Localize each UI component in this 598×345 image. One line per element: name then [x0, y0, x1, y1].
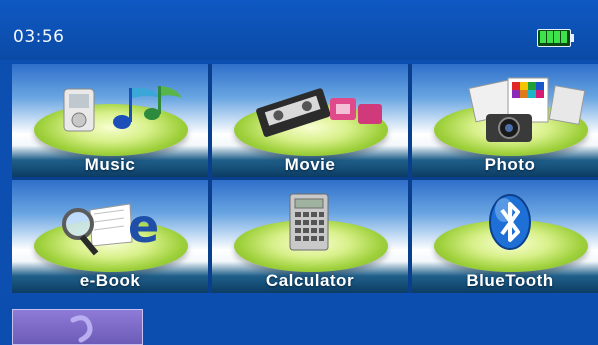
- menu-item-label: Photo: [484, 155, 536, 174]
- menu-item-label: Music: [84, 155, 136, 174]
- menu-item-label: Movie: [284, 155, 336, 174]
- home-thumbnail-button[interactable]: [12, 309, 143, 345]
- device-screen: 03:56 Music Movie Photo e e-Book Calcula…: [0, 0, 598, 345]
- menu-item-label: BlueTooth: [466, 271, 554, 290]
- menu-item-bluetooth[interactable]: BlueTooth: [412, 180, 598, 293]
- swirl-icon: [70, 315, 93, 343]
- svg-text:e: e: [128, 199, 159, 253]
- menu-item-label: Calculator: [265, 271, 355, 290]
- menu-item-movie[interactable]: Movie: [212, 64, 408, 177]
- main-menu-grid: Music Movie Photo e e-Book Calculator Bl…: [12, 64, 598, 293]
- menu-item-photo[interactable]: Photo: [412, 64, 598, 177]
- menu-item-ebook[interactable]: e e-Book: [12, 180, 208, 293]
- menu-item-calculator[interactable]: Calculator: [212, 180, 408, 293]
- clock-time: 03:56: [13, 27, 65, 47]
- status-bar: 03:56: [0, 0, 598, 60]
- menu-item-music[interactable]: Music: [12, 64, 208, 177]
- menu-item-label: e-Book: [79, 271, 141, 290]
- battery-full-icon: [537, 29, 575, 47]
